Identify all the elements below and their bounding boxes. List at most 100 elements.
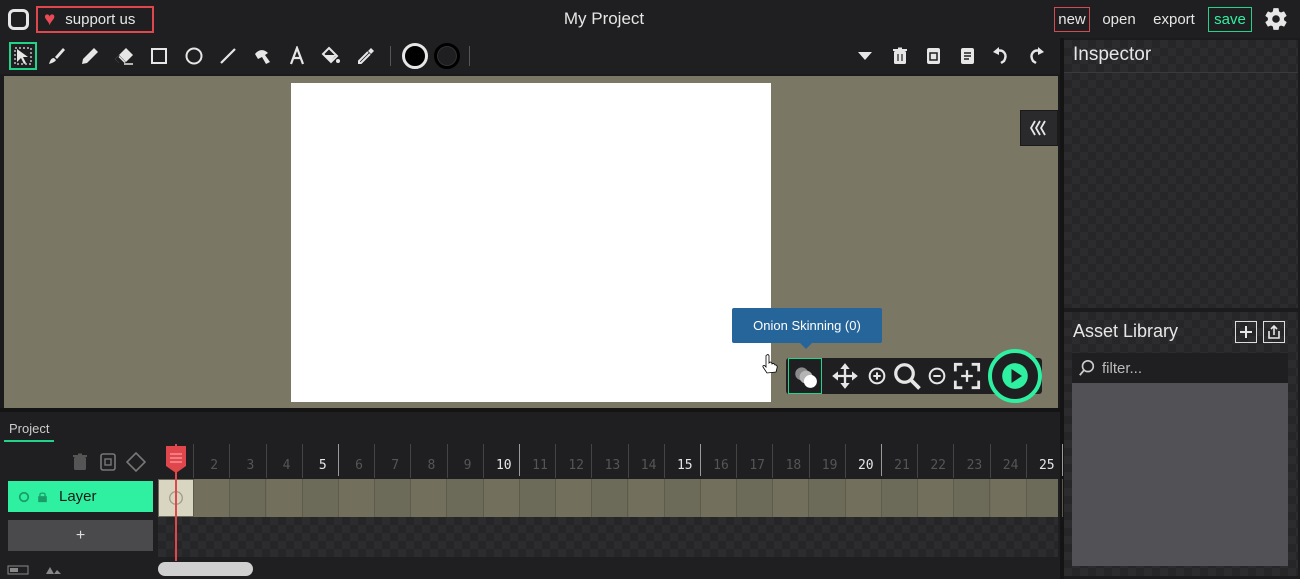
- frame-number[interactable]: 22: [920, 458, 956, 473]
- frame-cell[interactable]: [810, 479, 846, 517]
- frame-number[interactable]: 23: [956, 458, 992, 473]
- frame-cell[interactable]: [592, 479, 629, 517]
- frame-number[interactable]: 9: [450, 458, 486, 473]
- frame-cell[interactable]: [701, 479, 737, 517]
- collapse-panel-chevrons-icon[interactable]: [1020, 110, 1058, 146]
- save-button[interactable]: save: [1208, 7, 1252, 32]
- frame-cell[interactable]: [230, 479, 267, 517]
- frame-ruler[interactable]: 1234567891011121314151617181920212223242…: [158, 444, 1063, 478]
- frame-track[interactable]: [158, 479, 1063, 517]
- frame-cell[interactable]: [882, 479, 918, 517]
- frame-cell[interactable]: [339, 479, 375, 517]
- undo-icon[interactable]: [987, 42, 1015, 70]
- add-asset-button[interactable]: [1235, 321, 1257, 343]
- pencil-tool-button[interactable]: [76, 42, 104, 70]
- brush-tool-button[interactable]: [42, 42, 70, 70]
- frame-number[interactable]: 11: [522, 458, 558, 473]
- filter-input[interactable]: [1102, 359, 1282, 377]
- frame-cell[interactable]: [375, 479, 412, 517]
- layer-row[interactable]: Layer: [8, 481, 153, 512]
- frame-cell[interactable]: [556, 479, 593, 517]
- fill-color-swatch[interactable]: [402, 43, 428, 69]
- add-layer-button[interactable]: +: [8, 520, 153, 551]
- frame-cell[interactable]: [448, 479, 484, 517]
- export-button[interactable]: export: [1148, 7, 1200, 32]
- frame-cell[interactable]: [520, 479, 556, 517]
- new-button[interactable]: new: [1054, 7, 1090, 32]
- delete-layer-trash-icon[interactable]: [70, 452, 90, 472]
- frame-cell[interactable]: [266, 479, 303, 517]
- frame-number[interactable]: 4: [269, 458, 305, 473]
- frame-number[interactable]: 17: [739, 458, 775, 473]
- layer-visibility-icon[interactable]: [18, 491, 30, 503]
- delete-trash-icon[interactable]: [886, 42, 914, 70]
- zoom-search-icon[interactable]: [890, 358, 924, 394]
- eraser-tool-button[interactable]: [110, 42, 138, 70]
- frame-cell[interactable]: [773, 479, 810, 517]
- frame-cell[interactable]: [303, 479, 339, 517]
- frame-number[interactable]: 8: [413, 458, 449, 473]
- frame-number[interactable]: 6: [341, 458, 377, 473]
- selection-tool-button[interactable]: [9, 42, 37, 70]
- fit-to-screen-icon[interactable]: [950, 358, 984, 394]
- frame-cell[interactable]: [990, 479, 1027, 517]
- frame-number[interactable]: 5: [305, 458, 341, 473]
- frame-cell[interactable]: [954, 479, 991, 517]
- frame-number[interactable]: 13: [594, 458, 630, 473]
- eyedropper-tool-button[interactable]: [352, 42, 380, 70]
- duplicate-frame-icon[interactable]: [98, 452, 118, 472]
- ellipse-tool-button[interactable]: [180, 42, 208, 70]
- zoom-reset-icon[interactable]: [860, 358, 894, 394]
- frame-number[interactable]: 21: [884, 458, 920, 473]
- open-button[interactable]: open: [1098, 7, 1140, 32]
- frame-cell[interactable]: [411, 479, 448, 517]
- frame-cell[interactable]: [1027, 479, 1063, 517]
- frame-cell[interactable]: [918, 479, 955, 517]
- frame-number[interactable]: 3: [232, 458, 268, 473]
- line-tool-button[interactable]: [214, 42, 242, 70]
- project-title[interactable]: My Project: [500, 9, 708, 29]
- copy-icon[interactable]: [919, 42, 947, 70]
- frame-number[interactable]: 18: [775, 458, 811, 473]
- playhead-handle[interactable]: [164, 444, 188, 474]
- frame-cell[interactable]: [483, 479, 520, 517]
- frame-number[interactable]: 2: [196, 458, 232, 473]
- asset-list[interactable]: [1072, 383, 1288, 566]
- dropdown-arrow-icon[interactable]: [851, 42, 879, 70]
- frame-cell[interactable]: [665, 479, 701, 517]
- frame-number[interactable]: 12: [558, 458, 594, 473]
- layer-lock-icon[interactable]: [36, 491, 49, 503]
- frame-number[interactable]: 24: [993, 458, 1029, 473]
- path-tool-button[interactable]: [249, 42, 277, 70]
- fill-bucket-tool-button[interactable]: [317, 42, 345, 70]
- asset-filter-field[interactable]: [1072, 353, 1288, 383]
- timeline-scrollbar[interactable]: [158, 562, 253, 576]
- onion-skinning-button[interactable]: [788, 358, 822, 394]
- keyframe-diamond-icon[interactable]: [126, 452, 146, 472]
- frame-cell[interactable]: [194, 479, 231, 517]
- frame-number[interactable]: 19: [812, 458, 848, 473]
- pan-move-icon[interactable]: [828, 358, 862, 394]
- frame-number[interactable]: 10: [486, 458, 522, 473]
- frame-number[interactable]: 14: [631, 458, 667, 473]
- import-asset-button[interactable]: [1263, 321, 1285, 343]
- frame-number[interactable]: 25: [1029, 458, 1065, 473]
- frame-number[interactable]: 20: [848, 458, 884, 473]
- zoom-out-icon[interactable]: [920, 358, 954, 394]
- stroke-color-swatch[interactable]: [434, 43, 460, 69]
- frame-number[interactable]: 7: [377, 458, 413, 473]
- frame-cell[interactable]: [737, 479, 774, 517]
- frame-cell[interactable]: [628, 479, 665, 517]
- play-button[interactable]: [988, 349, 1042, 403]
- settings-gear-icon[interactable]: [1263, 6, 1289, 32]
- paste-icon[interactable]: [953, 42, 981, 70]
- frame-number[interactable]: 15: [667, 458, 703, 473]
- frame-cell[interactable]: [845, 479, 882, 517]
- redo-icon[interactable]: [1022, 42, 1050, 70]
- text-tool-button[interactable]: [283, 42, 311, 70]
- drawing-canvas[interactable]: [291, 83, 771, 402]
- support-button[interactable]: ♥ support us: [36, 6, 154, 33]
- tab-project[interactable]: Project: [4, 418, 55, 442]
- rectangle-tool-button[interactable]: [145, 42, 173, 70]
- frame-number[interactable]: 16: [703, 458, 739, 473]
